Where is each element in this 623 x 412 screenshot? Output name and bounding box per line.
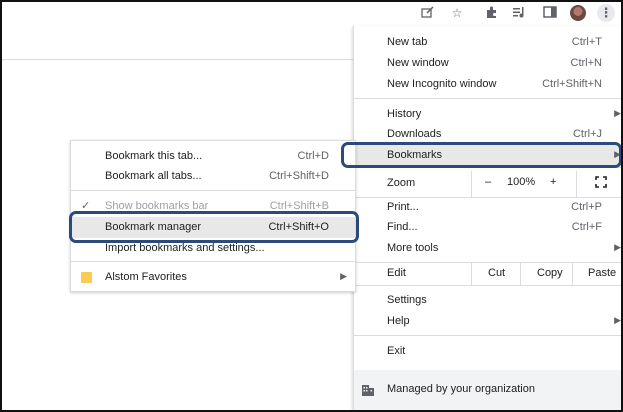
- media-icon[interactable]: [512, 6, 528, 20]
- menu-divider: [354, 98, 621, 99]
- menu-item-new-tab[interactable]: New tab Ctrl+T: [354, 32, 621, 53]
- menu-item-new-window[interactable]: New window Ctrl+N: [354, 53, 621, 74]
- menu-item-label: New Incognito window: [387, 78, 497, 90]
- zoom-level: 100%: [507, 176, 536, 188]
- menu-divider: [354, 335, 621, 336]
- submenu-item-bookmark-all[interactable]: Bookmark all tabs... Ctrl+Shift+D: [71, 166, 355, 187]
- chevron-right-icon: ▶: [614, 108, 621, 118]
- menu-item-label: Bookmark all tabs...: [105, 170, 202, 182]
- menu-item-label: Alstom Favorites: [105, 271, 187, 283]
- zoom-out-button[interactable]: –: [485, 176, 491, 188]
- chevron-right-icon: ▶: [614, 315, 621, 325]
- menu-divider: [71, 190, 355, 191]
- menu-item-label: Print...: [387, 201, 419, 213]
- menu-item-label: Settings: [387, 294, 427, 306]
- fullscreen-icon[interactable]: [595, 176, 607, 191]
- menu-item-help[interactable]: Help ▶: [354, 311, 621, 332]
- chevron-right-icon: ▶: [340, 271, 347, 281]
- menu-item-shortcut: Ctrl+T: [571, 36, 602, 48]
- menu-item-shortcut: Ctrl+P: [571, 201, 602, 213]
- avatar[interactable]: [570, 5, 586, 21]
- menu-item-label: New window: [387, 57, 449, 69]
- menu-item-label: History: [387, 108, 422, 120]
- menu-item-settings[interactable]: Settings: [354, 290, 621, 311]
- folder-icon: [81, 272, 92, 283]
- menu-item-label: More tools: [387, 242, 439, 254]
- sidepanel-icon[interactable]: [542, 6, 558, 20]
- bookmark-manager-highlight-outline: [69, 211, 359, 243]
- submenu-item-bookmark-tab[interactable]: Bookmark this tab... Ctrl+D: [71, 146, 355, 167]
- menu-item-shortcut: Ctrl+J: [572, 128, 602, 140]
- cut-button[interactable]: Cut: [488, 267, 505, 279]
- menu-item-shortcut: Ctrl+D: [297, 150, 329, 162]
- menu-item-find[interactable]: Find... Ctrl+F: [354, 217, 621, 238]
- bookmarks-highlight-outline: [341, 142, 621, 168]
- menu-item-history[interactable]: History ▶: [354, 104, 621, 125]
- menu-item-label: Import bookmarks and settings...: [105, 242, 265, 254]
- zoom-controls: – 100% +: [471, 171, 621, 197]
- zoom-in-button[interactable]: +: [550, 176, 556, 188]
- menu-item-shortcut: Ctrl+N: [570, 57, 602, 69]
- menu-item-label: Zoom: [387, 177, 416, 189]
- chevron-right-icon: ▶: [614, 242, 621, 252]
- browser-window: ☆ ⋮ New tab Ctrl+T New window Ctrl+N New…: [0, 0, 623, 412]
- copy-button[interactable]: Copy: [537, 267, 563, 279]
- chrome-main-menu: New tab Ctrl+T New window Ctrl+N New Inc…: [353, 26, 621, 410]
- menu-item-print[interactable]: Print... Ctrl+P: [354, 197, 621, 218]
- menu-item-label: Find...: [387, 221, 418, 233]
- menu-item-more-tools[interactable]: More tools ▶: [354, 238, 621, 259]
- menu-item-new-incognito[interactable]: New Incognito window Ctrl+Shift+N: [354, 74, 621, 95]
- extensions-icon[interactable]: [484, 6, 500, 20]
- submenu-item-alstom-favorites[interactable]: Alstom Favorites ▶: [71, 267, 355, 288]
- browser-toolbar: ☆ ⋮: [2, 2, 621, 26]
- menu-item-label: Exit: [387, 345, 406, 357]
- menu-item-label: New tab: [387, 36, 428, 48]
- menu-item-label: Edit: [387, 267, 406, 279]
- menu-item-shortcut: Ctrl+Shift+N: [542, 78, 602, 90]
- menu-item-shortcut: Ctrl+Shift+D: [269, 170, 329, 182]
- menu-item-exit[interactable]: Exit: [354, 341, 621, 362]
- paste-button[interactable]: Paste: [588, 267, 616, 279]
- building-icon: [362, 384, 374, 396]
- menu-divider: [354, 285, 621, 286]
- managed-label: Managed by your organization: [387, 383, 535, 395]
- menu-item-label: Downloads: [387, 128, 442, 140]
- star-icon[interactable]: ☆: [449, 6, 465, 20]
- menu-item-label: Help: [387, 315, 410, 327]
- menu-item-shortcut: Ctrl+F: [571, 221, 602, 233]
- menu-item-label: Bookmark this tab...: [105, 150, 203, 162]
- menu-item-edit: Edit Cut Copy Paste: [354, 263, 621, 285]
- menu-item-zoom: Zoom – 100% +: [354, 171, 621, 197]
- edit-icon[interactable]: [420, 6, 436, 20]
- menu-divider: [71, 261, 355, 262]
- toolbar-divider: [2, 59, 353, 60]
- managed-by-org[interactable]: Managed by your organization: [354, 370, 621, 410]
- more-icon[interactable]: ⋮: [597, 4, 615, 22]
